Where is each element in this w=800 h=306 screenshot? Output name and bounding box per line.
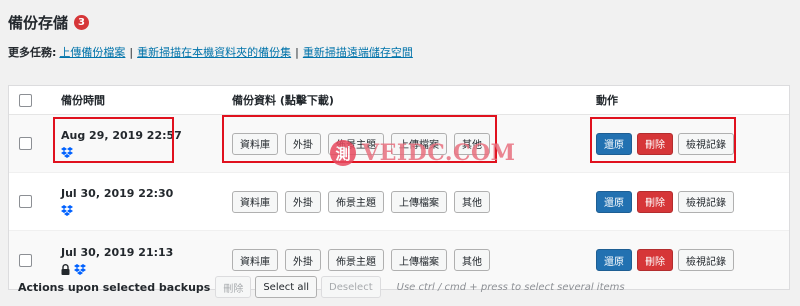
restore-button[interactable]: 還原 — [596, 249, 632, 271]
restore-button[interactable]: 還原 — [596, 132, 632, 155]
bulk-actions-label: Actions upon selected backups — [18, 280, 211, 294]
watermark: 測 VEIDC.COM — [330, 140, 516, 166]
download-themes-button[interactable]: 佈景主題 — [328, 190, 384, 213]
download-others-button[interactable]: 其他 — [454, 190, 490, 213]
row-checkbox[interactable] — [19, 253, 32, 267]
view-log-button[interactable]: 檢視記錄 — [678, 190, 734, 213]
col-header-actions: 動作 — [596, 94, 618, 107]
backup-time-cell: Jul 30, 2019 21:13 — [61, 246, 173, 275]
deselect-button[interactable]: Deselect — [321, 276, 381, 298]
download-database-button[interactable]: 資料庫 — [232, 190, 278, 213]
separator: | — [295, 45, 299, 59]
download-plugins-button[interactable]: 外掛 — [285, 132, 321, 155]
dropbox-icon — [61, 201, 73, 220]
backup-time: Jul 30, 2019 21:13 — [61, 245, 174, 259]
select-all-button[interactable]: Select all — [255, 276, 318, 298]
view-log-button[interactable]: 檢視記錄 — [678, 249, 734, 271]
backup-time-cell: Jul 30, 2019 22:30 — [61, 187, 173, 216]
download-themes-button[interactable]: 佈景主題 — [328, 249, 384, 271]
download-database-button[interactable]: 資料庫 — [232, 249, 278, 271]
bulk-actions-bar: Actions upon selected backups 刪除 Select … — [18, 276, 625, 298]
view-log-button[interactable]: 檢視記錄 — [678, 132, 734, 155]
more-tasks-label: 更多任務: — [8, 46, 57, 59]
download-uploads-button[interactable]: 上傳檔案 — [391, 190, 447, 213]
backups-table: 備份時間 備份資料 (點擊下載) 動作 Aug 29, 2019 22:57 資… — [8, 85, 790, 290]
rescan-remote-link[interactable]: 重新掃描遠端儲存空間 — [303, 44, 413, 60]
row-checkbox[interactable] — [19, 195, 32, 208]
separator: | — [129, 45, 134, 59]
download-others-button[interactable]: 其他 — [454, 249, 490, 271]
download-plugins-button[interactable]: 外掛 — [285, 249, 321, 271]
col-header-data: 備份資料 (點擊下載) — [232, 94, 334, 107]
col-header-time: 備份時間 — [61, 94, 105, 107]
restore-button[interactable]: 還原 — [596, 190, 632, 213]
more-tasks-bar: 更多任務: 上傳備份檔案 | 重新掃描在本機資料夾的備份集 | 重新掃描遠端儲存… — [8, 44, 413, 60]
delete-button[interactable]: 刪除 — [637, 190, 673, 213]
backup-time: Aug 29, 2019 22:57 — [61, 129, 182, 142]
bulk-delete-button[interactable]: 刪除 — [215, 276, 252, 298]
download-uploads-button[interactable]: 上傳檔案 — [391, 249, 447, 271]
watermark-text: VEIDC.COM — [362, 140, 516, 166]
delete-button[interactable]: 刪除 — [637, 249, 673, 271]
delete-button[interactable]: 刪除 — [637, 132, 673, 155]
selection-hint: Use ctrl / cmd + press to select several… — [396, 281, 625, 293]
download-database-button[interactable]: 資料庫 — [232, 132, 278, 155]
download-plugins-button[interactable]: 外掛 — [285, 190, 321, 213]
table-header: 備份時間 備份資料 (點擊下載) 動作 — [9, 86, 789, 115]
upload-backup-link[interactable]: 上傳備份檔案 — [59, 44, 125, 60]
table-row[interactable]: Jul 30, 2019 22:30 資料庫 外掛 佈景主題 上傳檔案 其他 還… — [9, 173, 789, 231]
backup-time-cell: Aug 29, 2019 22:57 — [61, 129, 182, 158]
select-all-checkbox[interactable] — [19, 93, 32, 107]
page-header: 備份存儲 3 — [8, 12, 90, 33]
backup-time: Jul 30, 2019 22:30 — [61, 187, 174, 200]
dropbox-icon — [61, 143, 73, 162]
row-checkbox[interactable] — [19, 137, 32, 150]
rescan-local-link[interactable]: 重新掃描在本機資料夾的備份集 — [137, 44, 291, 60]
count-badge: 3 — [74, 15, 90, 30]
watermark-logo-icon: 測 — [330, 140, 356, 166]
page-title: 備份存儲 — [8, 14, 69, 32]
